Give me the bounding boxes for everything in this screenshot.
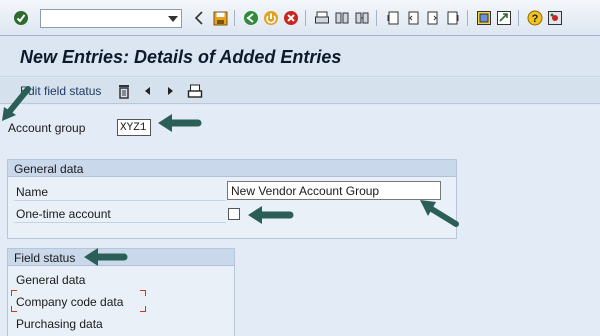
back-arrow-icon[interactable]: [190, 9, 208, 27]
main-content: Account group XYZ1 General data Name New…: [0, 105, 600, 336]
field-status-item[interactable]: Purchasing data: [16, 317, 103, 331]
print-icon[interactable]: [313, 9, 331, 27]
svg-text:?: ?: [532, 13, 539, 25]
find-icon[interactable]: [333, 9, 351, 27]
field-status-item[interactable]: Company code data: [16, 295, 123, 309]
general-data-header: General data: [8, 160, 456, 177]
application-toolbar: Edit field status: [0, 78, 600, 104]
exit-icon[interactable]: [262, 9, 280, 27]
next-entry-icon[interactable]: [163, 83, 177, 99]
print-entry-icon[interactable]: [187, 83, 203, 99]
find-next-icon[interactable]: [353, 9, 371, 27]
create-session-icon[interactable]: [475, 9, 493, 27]
annotation-arrow-icon: [248, 206, 294, 224]
enter-icon[interactable]: [12, 9, 30, 27]
last-page-icon[interactable]: [444, 9, 462, 27]
name-label: Name: [16, 185, 49, 199]
selection-bracket: [11, 290, 17, 296]
annotation-arrow-icon: [420, 200, 459, 227]
system-toolbar: ?: [0, 0, 600, 36]
one-time-account-label: One-time account: [16, 207, 111, 221]
save-icon[interactable]: [211, 9, 229, 27]
delete-icon[interactable]: [117, 83, 131, 99]
cancel-icon[interactable]: [282, 9, 300, 27]
selection-bracket: [140, 290, 146, 296]
annotation-arrow-icon: [84, 248, 128, 266]
selection-bracket: [140, 306, 146, 312]
one-time-account-checkbox[interactable]: [228, 208, 240, 220]
prev-page-icon[interactable]: [404, 9, 422, 27]
command-field[interactable]: [40, 9, 182, 28]
shortcut-icon[interactable]: [495, 9, 513, 27]
back-icon[interactable]: [242, 9, 260, 27]
annotation-arrow-icon: [2, 86, 31, 121]
account-group-field[interactable]: XYZ1: [117, 119, 151, 136]
title-bar: New Entries: Details of Added Entries: [0, 37, 600, 77]
next-page-icon[interactable]: [424, 9, 442, 27]
annotation-arrow-icon: [158, 114, 202, 132]
name-field[interactable]: New Vendor Account Group: [227, 181, 441, 200]
field-status-item[interactable]: General data: [16, 273, 85, 287]
selection-bracket: [11, 306, 17, 312]
chevron-down-icon[interactable]: [168, 16, 178, 22]
customize-layout-icon[interactable]: [546, 9, 564, 27]
first-page-icon[interactable]: [384, 9, 402, 27]
page-title: New Entries: Details of Added Entries: [20, 47, 342, 67]
previous-entry-icon[interactable]: [141, 83, 155, 99]
help-icon[interactable]: ?: [526, 9, 544, 27]
